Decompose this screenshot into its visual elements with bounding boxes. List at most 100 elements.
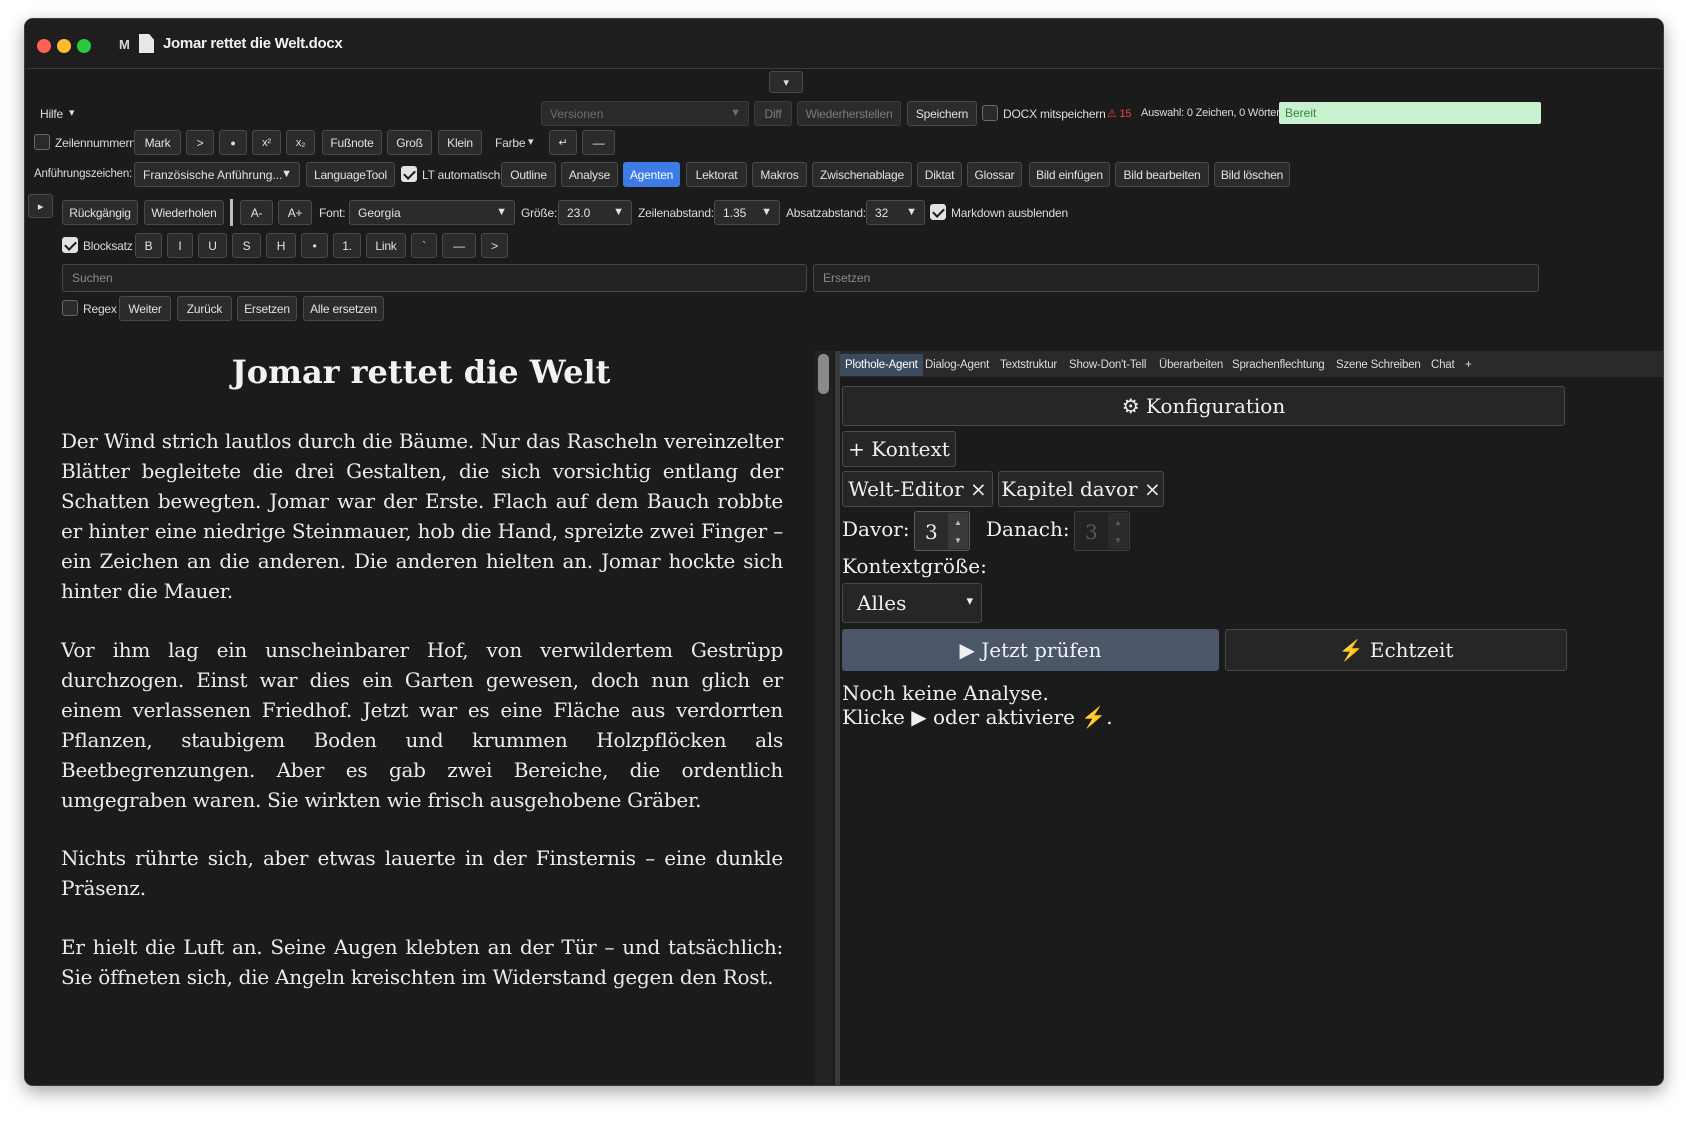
text-editor[interactable]: Jomar rettet die Welt Der Wind strich la… (25, 349, 820, 1085)
dictation-button[interactable]: Diktat (917, 162, 962, 187)
line-spacing-select[interactable]: 1.35 ▼ (714, 200, 780, 225)
edit-image-button[interactable]: Bild bearbeiten (1115, 162, 1209, 187)
tab-plothole-agent[interactable]: Plothole-Agent (840, 354, 923, 376)
hide-markdown-checkbox[interactable] (930, 204, 946, 220)
context-size-select[interactable]: Alles ▾ (842, 583, 982, 623)
link-button[interactable]: Link (366, 233, 406, 258)
delete-image-button[interactable]: Bild löschen (1214, 162, 1290, 187)
underline-button[interactable]: U (198, 233, 227, 258)
check-now-button[interactable]: ▶ Jetzt prüfen (842, 629, 1219, 671)
outline-button[interactable]: Outline (501, 162, 556, 187)
mark-button[interactable]: Mark (134, 130, 181, 155)
italic-button[interactable]: I (167, 233, 193, 258)
stepper-up-icon[interactable]: ▲ (948, 513, 968, 531)
tab-szene-schreiben[interactable]: Szene Schreiben (1331, 354, 1426, 376)
help-menu[interactable]: Hilfe (40, 107, 63, 121)
docx-save-checkbox[interactable] (982, 105, 998, 121)
insert-image-button[interactable]: Bild einfügen (1029, 162, 1110, 187)
blockquote-button[interactable]: > (481, 233, 508, 258)
close-window-button[interactable] (37, 39, 51, 53)
tab-chat[interactable]: Chat (1426, 354, 1460, 376)
color-chevron-icon[interactable]: ▾ (528, 135, 534, 148)
line-numbers-checkbox[interactable] (34, 134, 50, 150)
stepper-down-icon[interactable]: ▼ (1108, 531, 1128, 549)
tab-dialog-agent[interactable]: Dialog-Agent (920, 354, 994, 376)
find-previous-button[interactable]: Zurück (177, 296, 232, 321)
before-stepper[interactable]: 3 ▲ ▼ (914, 511, 970, 551)
tab-sprachenflechtung[interactable]: Sprachenflechtung (1227, 354, 1330, 376)
subscript-button[interactable]: x₂ (286, 130, 315, 155)
glossary-button[interactable]: Glossar (967, 162, 1022, 187)
linebreak-button[interactable]: ↵ (549, 130, 577, 155)
context-chip-previous-chapter[interactable]: Kapitel davor × (998, 471, 1164, 507)
toolbar-collapse-button[interactable]: ▾ (769, 71, 803, 93)
add-tab-button[interactable]: + (1460, 354, 1477, 376)
quotes-select[interactable]: Französische Anführung... ▼ (134, 162, 300, 187)
paragraph-spacing-select[interactable]: 32 ▼ (866, 200, 925, 225)
stepper-down-icon[interactable]: ▼ (948, 531, 968, 549)
redo-button[interactable]: Wiederholen (144, 200, 224, 225)
app-window: M Jomar rettet die Welt.docx ▾ Hilfe ▾ V… (24, 18, 1664, 1086)
lowercase-button[interactable]: Klein (438, 130, 482, 155)
numbered-list-button[interactable]: 1. (333, 233, 361, 258)
app-menu-letter[interactable]: M (119, 37, 130, 52)
superscript-button[interactable]: x² (252, 130, 281, 155)
editor-scrollbar[interactable] (815, 351, 833, 1085)
warning-count[interactable]: ⚠ 15 (1107, 107, 1132, 120)
bullet-button[interactable]: ● (219, 130, 247, 155)
replace-input[interactable]: Ersetzen (813, 264, 1539, 292)
lt-auto-checkbox[interactable] (401, 166, 417, 182)
stepper-up-icon[interactable]: ▲ (1108, 513, 1128, 531)
chevron-down-icon: ▼ (906, 206, 917, 218)
panel-toggle-button[interactable]: ▸ (28, 194, 53, 218)
after-stepper[interactable]: 3 ▲ ▼ (1074, 511, 1130, 551)
size-select[interactable]: 23.0 ▼ (558, 200, 632, 225)
configuration-button[interactable]: ⚙ Konfiguration (842, 386, 1565, 426)
code-button[interactable]: ` (411, 233, 437, 258)
color-menu[interactable]: Farbe (495, 136, 526, 150)
hr-button[interactable]: — (442, 233, 476, 258)
add-context-button[interactable]: + Kontext (842, 431, 956, 467)
search-input[interactable]: Suchen (62, 264, 807, 292)
replace-all-button[interactable]: Alle ersetzen (303, 296, 384, 321)
tab-ueberarbeiten[interactable]: Überarbeiten (1154, 354, 1228, 376)
scrollbar-thumb[interactable] (818, 354, 829, 394)
quote-marker-button[interactable]: > (186, 130, 214, 155)
save-button[interactable]: Speichern (907, 101, 977, 126)
minimize-window-button[interactable] (57, 39, 71, 53)
context-size-label: Kontextgröße: (842, 554, 987, 578)
macros-button[interactable]: Makros (752, 162, 807, 187)
diff-button[interactable]: Diff (754, 101, 792, 126)
lektorat-button[interactable]: Lektorat (686, 162, 747, 187)
bullet-list-button[interactable]: • (301, 233, 328, 258)
footnote-button[interactable]: Fußnote (322, 130, 382, 155)
tab-textstruktur[interactable]: Textstruktur (995, 354, 1062, 376)
analyse-button[interactable]: Analyse (561, 162, 618, 187)
context-chip-world-editor[interactable]: Welt-Editor × (842, 471, 993, 507)
zoom-window-button[interactable] (77, 39, 91, 53)
font-smaller-button[interactable]: A- (240, 200, 273, 225)
versions-select[interactable]: Versionen ▼ (541, 101, 749, 126)
regex-checkbox[interactable] (62, 300, 78, 316)
uppercase-button[interactable]: Groß (387, 130, 432, 155)
tab-show-dont-tell[interactable]: Show-Don't-Tell (1064, 354, 1151, 376)
bold-button[interactable]: B (135, 233, 162, 258)
agents-button[interactable]: Agenten (623, 162, 680, 187)
heading-button[interactable]: H (266, 233, 296, 258)
strikethrough-button[interactable]: S (232, 233, 261, 258)
realtime-button[interactable]: ⚡ Echtzeit (1225, 629, 1567, 671)
font-select[interactable]: Georgia ▼ (349, 200, 515, 225)
agent-tab-bar: Plothole-Agent Dialog-Agent Textstruktur… (840, 351, 1663, 377)
font-larger-button[interactable]: A+ (278, 200, 312, 225)
toolbar-separator (230, 199, 233, 226)
replace-button[interactable]: Ersetzen (237, 296, 297, 321)
clipboard-button[interactable]: Zwischenablage (812, 162, 912, 187)
chevron-down-icon: ▾ (966, 594, 973, 609)
languagetool-button[interactable]: LanguageTool (306, 162, 395, 187)
undo-button[interactable]: Rückgängig (62, 200, 138, 225)
horizontal-rule-button[interactable]: — (582, 130, 615, 155)
find-next-button[interactable]: Weiter (119, 296, 171, 321)
restore-button[interactable]: Wiederherstellen (797, 101, 901, 126)
help-menu-chevron-icon[interactable]: ▾ (69, 106, 75, 119)
justify-checkbox[interactable] (62, 237, 78, 253)
